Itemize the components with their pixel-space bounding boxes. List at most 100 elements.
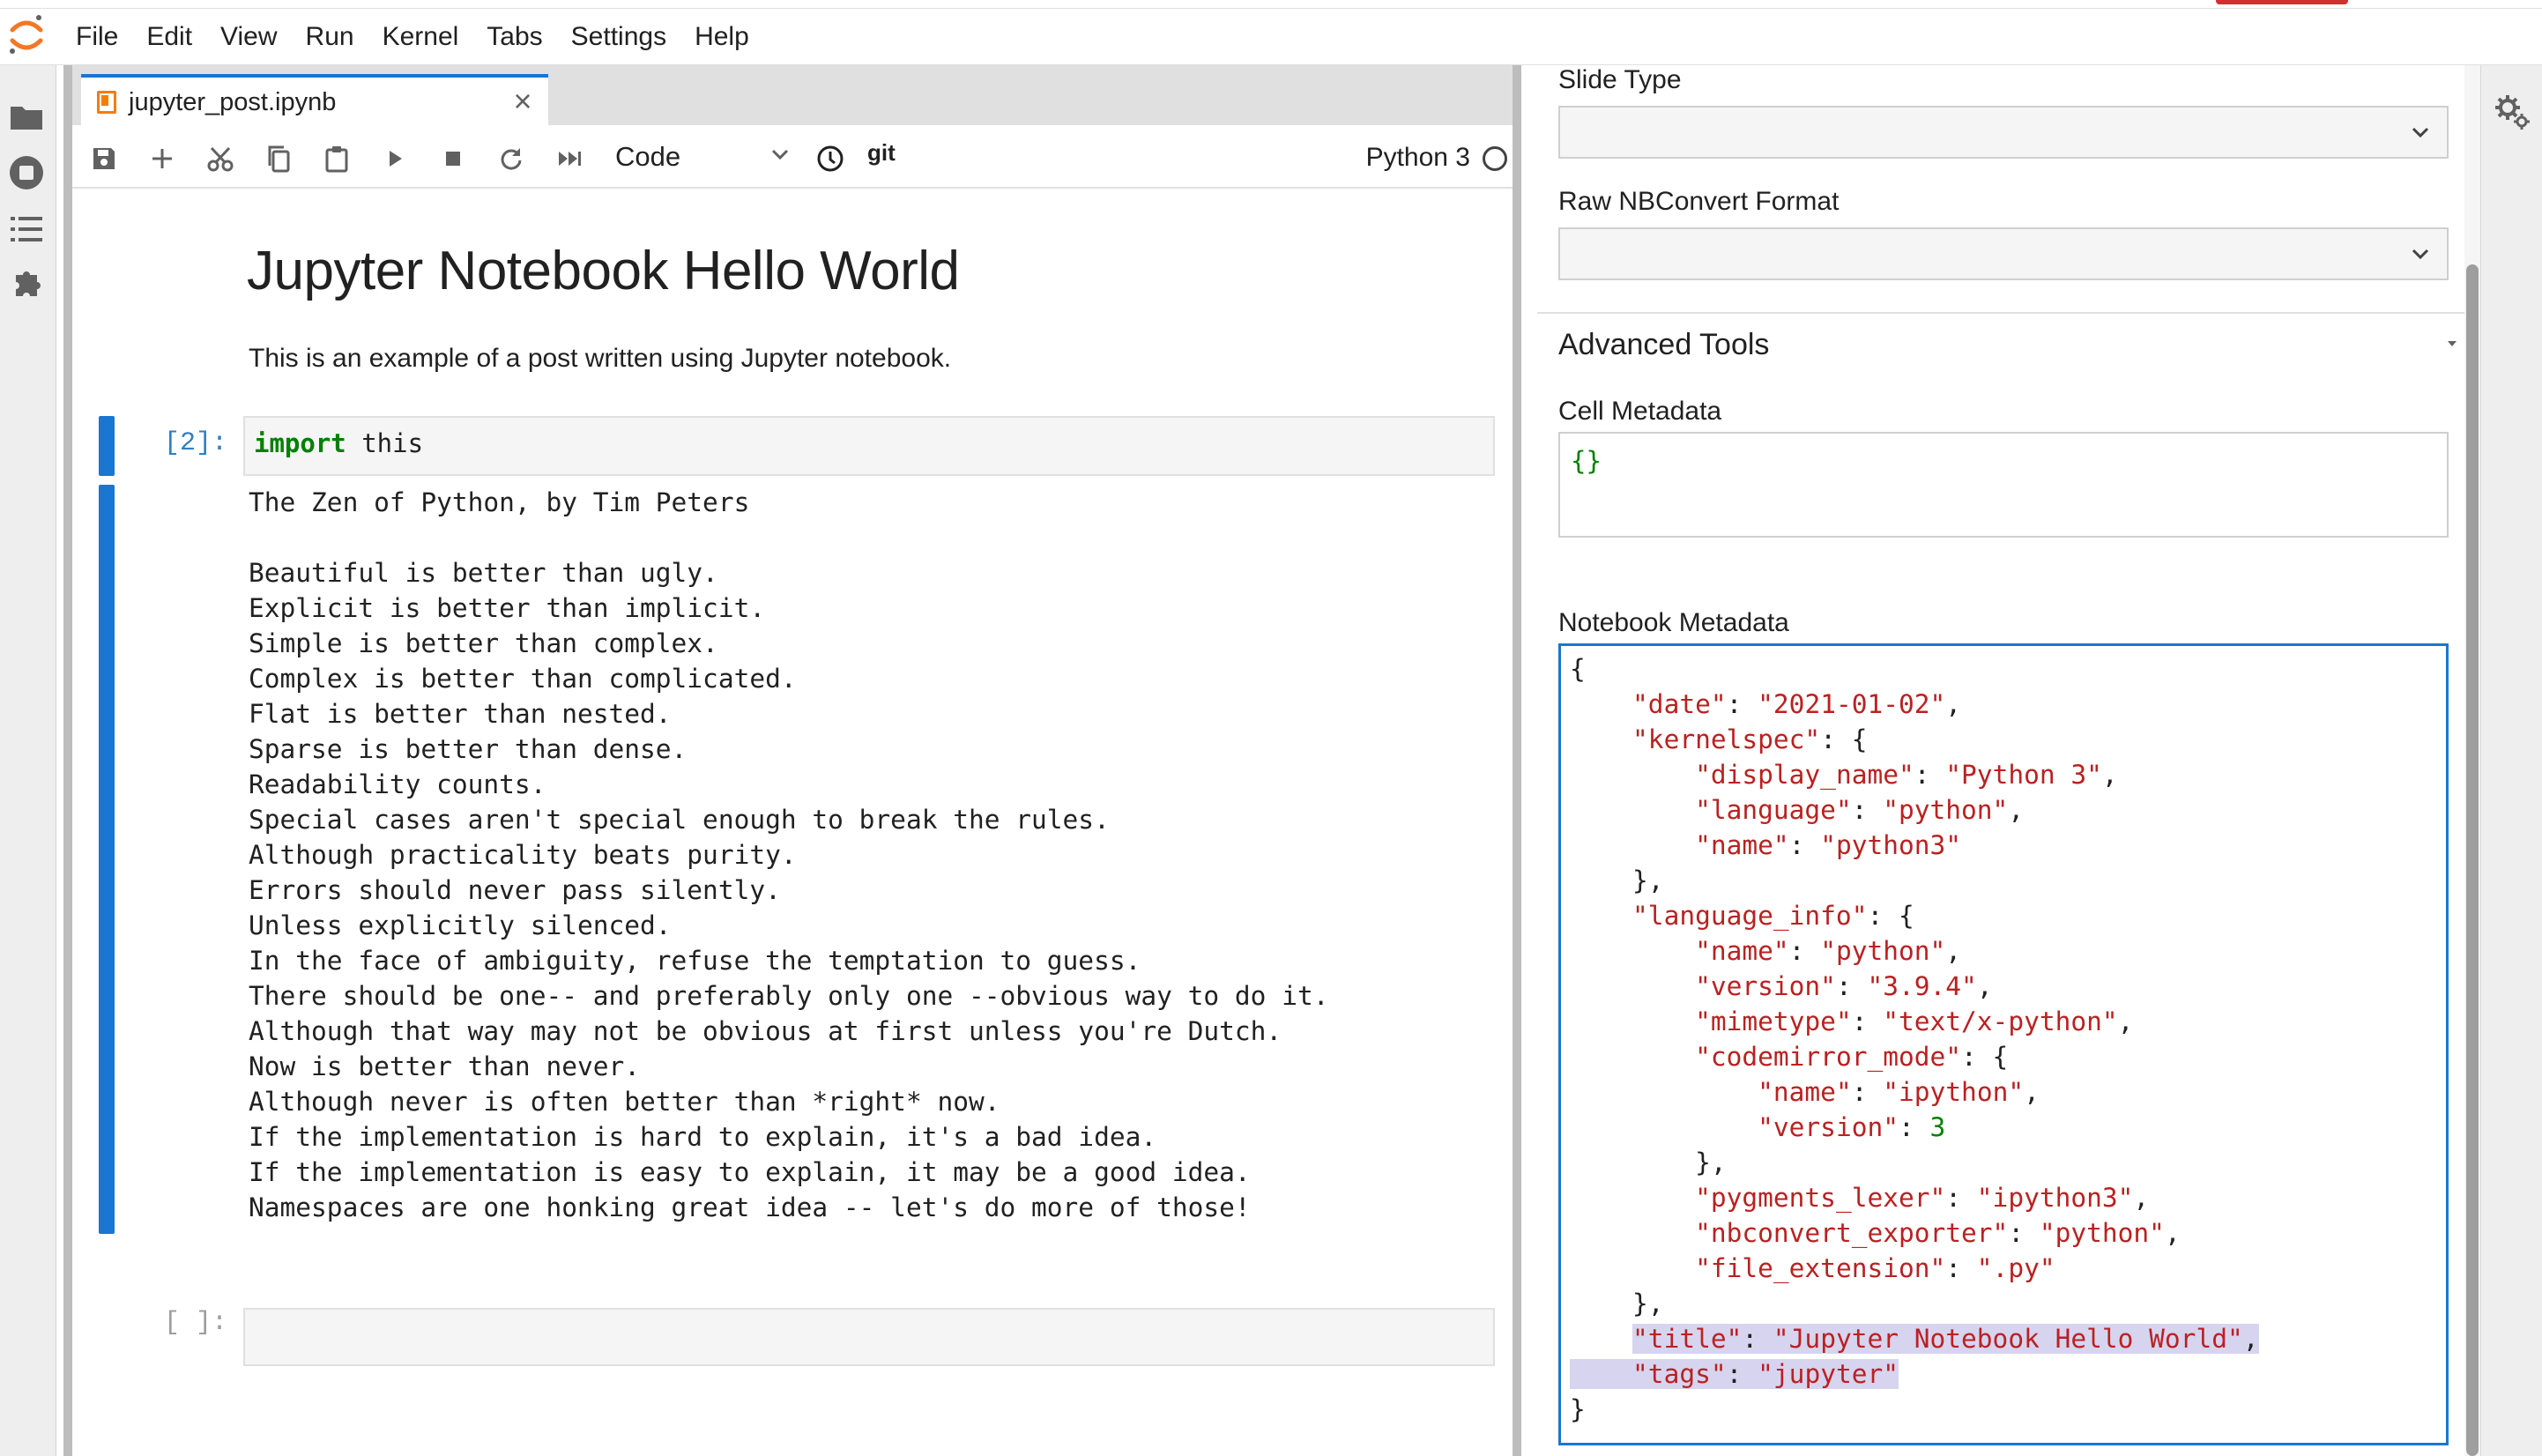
output-line: Although that way may not be obvious at … (249, 1016, 1282, 1046)
menu-help[interactable]: Help (695, 19, 770, 55)
add-icon[interactable] (145, 141, 180, 176)
json-punctuation: : (1899, 1112, 1930, 1142)
json-punctuation: , (2133, 1183, 2150, 1213)
menu-view[interactable]: View (220, 19, 298, 55)
output-line: Explicit is better than implicit. (249, 593, 766, 623)
output-line: If the implementation is hard to explain… (249, 1122, 1157, 1152)
json-punctuation: , (2117, 1007, 2134, 1036)
json-string: "kernelspec" (1632, 724, 1821, 754)
slide-type-select[interactable] (1558, 106, 2449, 159)
json-punctuation (1570, 760, 1695, 790)
json-punctuation: : (1945, 1253, 1977, 1283)
output-line: Readability counts. (249, 769, 546, 799)
json-punctuation: : (1788, 830, 1821, 860)
raw-format-label: Raw NBConvert Format (1558, 187, 1840, 216)
metadata-line: "name": "ipython", (1570, 1074, 2437, 1110)
json-punctuation (1570, 1324, 1632, 1354)
advanced-tools-header[interactable]: Advanced Tools (1558, 328, 1769, 362)
paste-icon[interactable] (319, 141, 354, 176)
metadata-line: "kernelspec": { (1570, 722, 2437, 757)
output-line: In the face of ambiguity, refuse the tem… (249, 946, 1141, 976)
cut-icon[interactable] (203, 141, 238, 176)
running-icon[interactable] (7, 153, 46, 192)
extension-icon[interactable] (7, 264, 46, 303)
menu-settings[interactable]: Settings (571, 19, 688, 55)
toc-icon[interactable] (7, 210, 46, 249)
output-line: Sparse is better than dense. (249, 734, 688, 764)
json-string: "version" (1758, 1112, 1899, 1142)
notebook-tab[interactable]: jupyter_post.ipynb × (81, 74, 548, 127)
menu-run[interactable]: Run (306, 19, 375, 55)
markdown-paragraph: This is an example of a post written usi… (249, 344, 952, 373)
cell-collapser-output[interactable] (99, 485, 115, 1234)
json-punctuation (1570, 971, 1695, 1001)
json-punctuation (1570, 795, 1695, 825)
json-string: "python3" (1820, 830, 1962, 860)
run-all-icon[interactable] (552, 141, 587, 176)
json-punctuation: : (1851, 795, 1884, 825)
json-string: "display_name" (1695, 760, 1914, 790)
output-line: There should be one-- and preferably onl… (249, 981, 1329, 1011)
git-button[interactable]: git (867, 139, 896, 167)
code-editor[interactable]: import this (243, 416, 1495, 476)
notebook-panel: jupyter_post.ipynb × Code git Python 3 J… (63, 65, 1521, 1456)
stop-icon[interactable] (435, 141, 471, 176)
clock-icon[interactable] (813, 141, 848, 176)
json-string: "python" (1820, 936, 1946, 966)
folder-icon[interactable] (7, 97, 46, 136)
json-string: "ipython3" (1976, 1183, 2134, 1213)
menu-tabs[interactable]: Tabs (487, 19, 563, 55)
notebook-metadata-label: Notebook Metadata (1558, 608, 1789, 637)
json-string: "language" (1695, 795, 1852, 825)
menu-file[interactable]: File (76, 19, 139, 55)
metadata-line: }, (1570, 863, 2437, 898)
output-line: Unless explicitly silenced. (249, 910, 672, 940)
metadata-line: } (1570, 1392, 2437, 1427)
metadata-line: "file_extension": ".py" (1570, 1251, 2437, 1286)
copy-icon[interactable] (261, 141, 296, 176)
output-line: Special cases aren't special enough to b… (249, 805, 1110, 835)
json-string: "pygments_lexer" (1695, 1183, 1946, 1213)
json-punctuation (1570, 1359, 1633, 1389)
metadata-line: "version": 3 (1570, 1110, 2437, 1145)
run-icon[interactable] (377, 141, 413, 176)
save-icon[interactable] (86, 141, 122, 176)
json-punctuation: }, (1570, 1148, 1727, 1177)
json-punctuation: : (1851, 1007, 1884, 1036)
kernel-name[interactable]: Python 3 (1366, 143, 1470, 173)
code-keyword: import (254, 428, 346, 458)
menu-kernel[interactable]: Kernel (383, 19, 480, 55)
json-punctuation: : (1851, 1077, 1884, 1107)
restart-icon[interactable] (494, 141, 529, 176)
cell-type-select[interactable]: Code (615, 137, 792, 176)
property-inspector-gears-icon[interactable] (2494, 93, 2532, 132)
json-punctuation: { (1570, 654, 1586, 684)
json-punctuation: , (1945, 936, 1962, 966)
chevron-down-icon (2412, 127, 2429, 138)
json-string: "python" (1883, 795, 2009, 825)
output-line: Beautiful is better than ugly. (249, 558, 718, 588)
caret-down-icon[interactable] (2445, 338, 2459, 349)
cell-metadata-editor[interactable]: {} (1558, 432, 2449, 538)
cell-collapser-input[interactable] (99, 416, 115, 476)
metadata-line: "date": "2021-01-02", (1570, 687, 2437, 722)
empty-code-editor[interactable] (243, 1308, 1495, 1366)
json-punctuation (1570, 830, 1695, 860)
top-strip (0, 0, 2542, 9)
json-punctuation (1570, 1112, 1758, 1142)
json-string: "2021-01-02" (1758, 689, 1946, 719)
close-icon[interactable]: × (508, 85, 538, 117)
json-punctuation: , (2242, 1324, 2259, 1354)
json-string: "file_extension" (1695, 1253, 1946, 1283)
menu-bar: File Edit View Run Kernel Tabs Settings Help (0, 0, 2542, 65)
markdown-heading: Jupyter Notebook Hello World (247, 241, 960, 301)
raw-format-select[interactable] (1558, 227, 2449, 280)
scrollbar-thumb[interactable] (2466, 264, 2479, 1456)
output-line: Simple is better than complex. (249, 628, 718, 658)
menu-edit[interactable]: Edit (146, 19, 213, 55)
notebook-metadata-editor[interactable]: { "date": "2021-01-02", "kernelspec": { … (1558, 643, 2449, 1445)
metadata-line: "tags": "jupyter" (1570, 1356, 2437, 1392)
output-line: Although never is often better than *rig… (249, 1087, 1000, 1117)
json-punctuation (1570, 689, 1632, 719)
metadata-line: }, (1570, 1286, 2437, 1321)
